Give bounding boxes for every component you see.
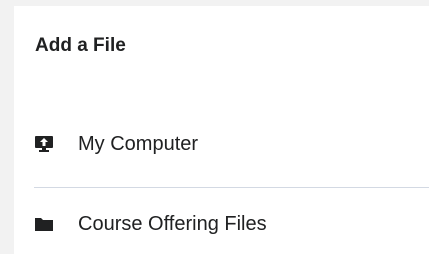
course-offering-files-option[interactable]: Course Offering Files (34, 202, 429, 246)
course-offering-files-label: Course Offering Files (78, 212, 267, 235)
folder-icon (34, 214, 54, 234)
divider (34, 187, 429, 188)
add-file-panel: Add a File My Computer Course Offering F… (14, 6, 429, 254)
my-computer-label: My Computer (78, 132, 199, 155)
computer-upload-icon (34, 134, 54, 154)
panel-title: Add a File (35, 35, 126, 56)
my-computer-option[interactable]: My Computer (34, 122, 429, 166)
